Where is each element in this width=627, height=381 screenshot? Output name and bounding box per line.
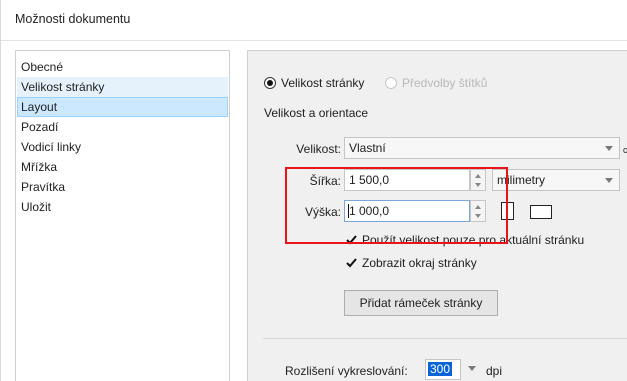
nav-item-save[interactable]: Uložit bbox=[17, 197, 228, 217]
spin-down-icon[interactable] bbox=[475, 183, 481, 187]
spin-down-icon[interactable] bbox=[475, 214, 481, 218]
label-presets-radio bbox=[385, 77, 397, 89]
dialog-title: Možnosti dokumentu bbox=[15, 12, 131, 26]
size-label: Velikost: bbox=[296, 142, 341, 156]
cut-off-label: c bbox=[623, 145, 627, 155]
text-caret bbox=[348, 204, 349, 218]
nav-item-layout[interactable]: Layout bbox=[17, 97, 228, 117]
size-dropdown-value: Vlastní bbox=[349, 141, 386, 155]
height-input[interactable]: 1 000,0 bbox=[344, 200, 470, 222]
nav-item-grid[interactable]: Mřížka bbox=[17, 157, 228, 177]
nav-item-background[interactable]: Pozadí bbox=[17, 117, 228, 137]
resolution-label: Rozlišení vykreslování: bbox=[285, 364, 408, 378]
width-input[interactable]: 1 500,0 bbox=[344, 169, 470, 191]
nav-item-rulers[interactable]: Pravítka bbox=[17, 177, 228, 197]
page-size-radio[interactable] bbox=[264, 77, 276, 89]
document-options-dialog: Možnosti dokumentu Obecné Velikost strán… bbox=[0, 0, 627, 381]
spin-up-icon[interactable] bbox=[475, 174, 481, 178]
landscape-orientation-icon[interactable] bbox=[530, 205, 552, 219]
resolution-value: 300 bbox=[428, 362, 453, 376]
chevron-down-icon[interactable] bbox=[468, 366, 476, 371]
current-page-only-checkbox[interactable] bbox=[345, 233, 358, 246]
width-spinner[interactable] bbox=[470, 169, 486, 191]
units-dropdown[interactable]: milimetry bbox=[492, 169, 620, 191]
add-page-frame-button[interactable]: Přidat rámeček stránky bbox=[344, 290, 498, 316]
chevron-down-icon bbox=[605, 146, 613, 151]
show-page-border-checkbox[interactable] bbox=[345, 256, 358, 269]
size-orientation-heading: Velikost a orientace bbox=[264, 106, 369, 120]
width-label: Šířka: bbox=[309, 174, 341, 188]
category-list: Obecné Velikost stránky Layout Pozadí Vo… bbox=[15, 50, 230, 381]
size-dropdown[interactable]: Vlastní bbox=[344, 137, 620, 159]
chevron-down-icon bbox=[605, 178, 613, 183]
units-dropdown-value: milimetry bbox=[497, 173, 545, 187]
nav-item-general[interactable]: Obecné bbox=[17, 57, 228, 77]
title-divider bbox=[1, 40, 627, 41]
width-input-value: 1 500,0 bbox=[349, 173, 390, 187]
height-label: Výška: bbox=[304, 205, 341, 219]
nav-item-guidelines[interactable]: Vodicí linky bbox=[17, 137, 228, 157]
resolution-input[interactable]: 300 bbox=[425, 359, 461, 380]
label-presets-radio-label: Předvolby štítků bbox=[402, 76, 488, 90]
resolution-unit: dpi bbox=[486, 364, 503, 378]
show-page-border-label[interactable]: Zobrazit okraj stránky bbox=[362, 256, 477, 270]
page-size-radio-label[interactable]: Velikost stránky bbox=[281, 76, 364, 90]
height-input-value: 1 000,0 bbox=[349, 204, 390, 218]
nav-item-page-size[interactable]: Velikost stránky bbox=[17, 77, 228, 97]
resolution-dropdown[interactable] bbox=[463, 359, 479, 380]
section-divider bbox=[263, 338, 627, 339]
current-page-only-label[interactable]: Použít velikost pouze pro aktuální strán… bbox=[362, 233, 584, 247]
portrait-orientation-icon[interactable] bbox=[501, 202, 514, 220]
spin-up-icon[interactable] bbox=[475, 205, 481, 209]
height-spinner[interactable] bbox=[470, 200, 486, 222]
